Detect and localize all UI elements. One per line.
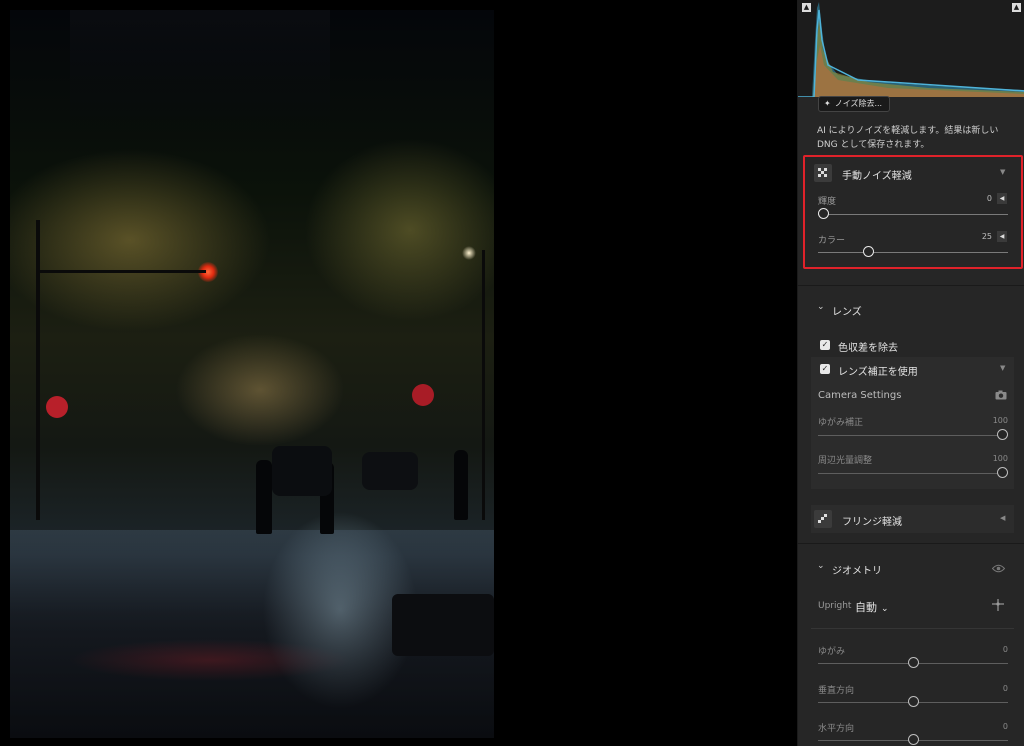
photo-preview — [10, 10, 494, 738]
traffic-arm — [36, 270, 206, 273]
geo-horizontal-value[interactable]: 0 — [976, 722, 1008, 731]
planter-box — [392, 594, 494, 656]
chevron-down-icon[interactable]: ▼ — [1000, 168, 1005, 176]
histogram-graph — [798, 2, 1024, 97]
section-divider — [797, 285, 1024, 286]
geo-horizontal-label: 水平方向 — [818, 724, 855, 734]
color-value[interactable]: 25 — [960, 232, 992, 241]
lens-correction-checkbox[interactable]: ✓ — [820, 364, 830, 374]
geo-distortion-value[interactable]: 0 — [976, 645, 1008, 654]
upright-guided-icon[interactable] — [991, 598, 1005, 615]
defringe-chevron-icon[interactable]: ◀ — [1000, 514, 1005, 522]
geo-vertical-label: 垂直方向 — [818, 686, 855, 696]
ai-denoise-description: AI によりノイズを軽減します。結果は新しい DNG として保存されます。 — [817, 126, 999, 150]
visibility-eye-icon[interactable] — [991, 563, 1006, 576]
stop-sign-right — [412, 384, 434, 406]
ai-denoise-label: ノイズ除去... — [834, 99, 883, 108]
luminance-arrow-icon[interactable]: ◀ — [997, 193, 1007, 204]
highlight-clipping-icon[interactable]: ▲ — [1012, 3, 1021, 12]
geo-horizontal-slider[interactable] — [907, 734, 919, 745]
street-lamp — [462, 246, 476, 260]
section-divider — [797, 543, 1024, 544]
upright-value: 自動 — [855, 601, 877, 614]
color-arrow-icon[interactable]: ◀ — [997, 231, 1007, 242]
geo-distortion-slider[interactable] — [907, 657, 919, 668]
upright-dropdown[interactable]: 自動 ⌄ — [855, 599, 889, 615]
sparkle-icon: ✦ — [824, 99, 831, 108]
luminance-track[interactable] — [818, 214, 1008, 215]
manual-noise-title[interactable]: 手動ノイズ軽減 — [842, 167, 912, 182]
lens-correction-chevron-icon[interactable]: ▼ — [1000, 364, 1005, 372]
luminance-slider[interactable] — [818, 208, 829, 219]
stop-sign-left — [46, 396, 68, 418]
geometry-title[interactable]: ジオメトリ — [832, 562, 882, 577]
luminance-label: 輝度 — [818, 197, 837, 207]
geo-vertical-value[interactable]: 0 — [976, 684, 1008, 693]
geometry-chevron-icon[interactable]: ⌄ — [817, 561, 825, 571]
lens-correction-label[interactable]: レンズ補正を使用 — [838, 363, 918, 378]
remove-ca-checkbox[interactable]: ✓ — [820, 340, 830, 350]
image-canvas[interactable] — [0, 0, 797, 746]
lens-title[interactable]: レンズ — [832, 303, 862, 318]
shadow-clipping-icon[interactable]: ▲ — [802, 3, 811, 12]
color-track[interactable] — [818, 252, 1008, 253]
lens-distortion-label: ゆがみ補正 — [818, 418, 864, 428]
lamp-pole — [482, 250, 485, 520]
lens-chevron-icon[interactable]: ⌄ — [817, 302, 825, 312]
defringe-title[interactable]: フリンジ軽減 — [842, 513, 902, 528]
remove-ca-label[interactable]: 色収差を除去 — [838, 339, 898, 354]
lens-vignetting-track[interactable] — [818, 473, 1008, 474]
camera-icon[interactable] — [995, 390, 1007, 403]
camera-settings-label: Camera Settings — [818, 390, 902, 401]
upright-label: Upright — [818, 601, 852, 611]
building-dark — [70, 10, 330, 130]
car-dark — [272, 446, 332, 496]
histogram: ▲ ▲ — [798, 0, 1024, 97]
geo-distortion-label: ゆがみ — [818, 647, 846, 657]
geo-vertical-slider[interactable] — [907, 696, 919, 707]
noise-grid-icon — [814, 164, 832, 182]
traffic-pole — [36, 220, 40, 520]
dropdown-chevron-icon: ⌄ — [881, 604, 889, 614]
pedestrian-1 — [256, 460, 272, 534]
color-slider[interactable] — [862, 246, 874, 257]
lens-distortion-value[interactable]: 100 — [976, 416, 1008, 425]
lens-vignetting-label: 周辺光量調整 — [818, 456, 873, 466]
pedestrian-3 — [454, 450, 468, 520]
lens-vignetting-value[interactable]: 100 — [976, 454, 1008, 463]
luminance-value[interactable]: 0 — [960, 194, 992, 203]
section-divider — [811, 628, 1014, 629]
defringe-icon — [814, 510, 832, 528]
car-center — [362, 452, 418, 490]
lens-vignetting-slider[interactable] — [997, 467, 1008, 478]
color-label: カラー — [818, 236, 846, 246]
lens-distortion-track[interactable] — [818, 435, 1008, 436]
ai-denoise-button[interactable]: ✦ ノイズ除去... — [818, 96, 890, 112]
lens-distortion-slider[interactable] — [997, 429, 1008, 440]
